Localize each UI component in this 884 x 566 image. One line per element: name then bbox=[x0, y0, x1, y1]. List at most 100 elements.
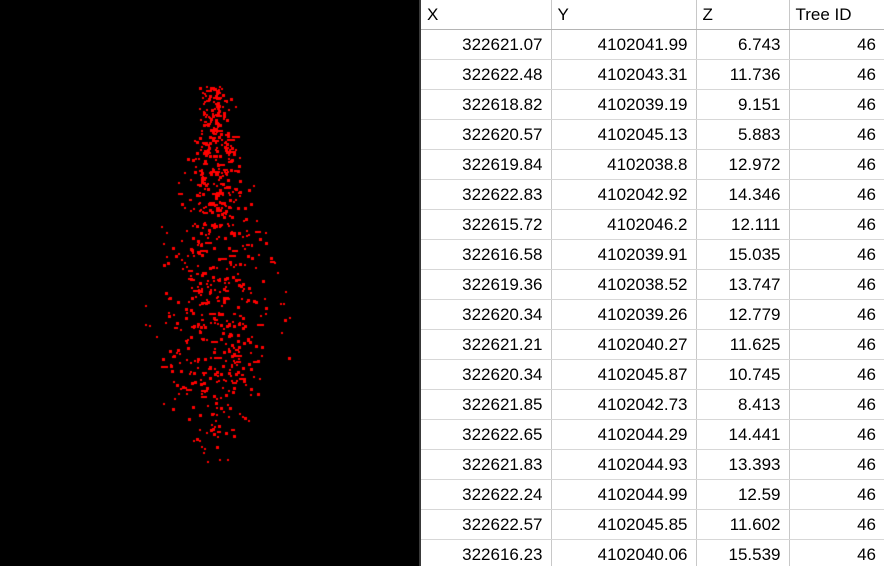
cell-y[interactable]: 4102045.13 bbox=[551, 119, 697, 150]
cell-y[interactable]: 4102040.27 bbox=[551, 329, 697, 360]
column-header-x[interactable]: X bbox=[421, 0, 552, 30]
cell-x[interactable]: 322620.34 bbox=[421, 299, 552, 330]
table-row[interactable]: 322619.84 4102038.8 12.972 46 bbox=[421, 149, 884, 180]
cell-y[interactable]: 4102038.8 bbox=[551, 149, 697, 180]
table-row[interactable]: 322622.48 4102043.31 11.736 46 bbox=[421, 59, 884, 90]
cell-tree_id[interactable]: 46 bbox=[789, 119, 884, 150]
cell-tree_id[interactable]: 46 bbox=[789, 389, 884, 420]
cell-y[interactable]: 4102042.73 bbox=[551, 389, 697, 420]
cell-tree_id[interactable]: 46 bbox=[789, 479, 884, 510]
cell-tree_id[interactable]: 46 bbox=[789, 59, 884, 90]
cell-tree_id[interactable]: 46 bbox=[789, 329, 884, 360]
cell-z[interactable]: 5.883 bbox=[696, 119, 790, 150]
cell-z[interactable]: 14.346 bbox=[696, 179, 790, 210]
cell-y[interactable]: 4102043.31 bbox=[551, 59, 697, 90]
cell-x[interactable]: 322618.82 bbox=[421, 89, 552, 120]
cell-z[interactable]: 15.539 bbox=[696, 539, 790, 566]
cell-z[interactable]: 11.736 bbox=[696, 59, 790, 90]
cell-x[interactable]: 322620.34 bbox=[421, 359, 552, 390]
cell-x[interactable]: 322616.58 bbox=[421, 239, 552, 270]
cell-z[interactable]: 13.393 bbox=[696, 449, 790, 480]
cell-z[interactable]: 12.59 bbox=[696, 479, 790, 510]
cell-y[interactable]: 4102045.85 bbox=[551, 509, 697, 540]
cell-x[interactable]: 322621.21 bbox=[421, 329, 552, 360]
cell-z[interactable]: 12.972 bbox=[696, 149, 790, 180]
table-row[interactable]: 322616.23 4102040.06 15.539 46 bbox=[421, 539, 884, 566]
cell-tree_id[interactable]: 46 bbox=[789, 209, 884, 240]
cell-z[interactable]: 14.441 bbox=[696, 419, 790, 450]
cell-tree_id[interactable]: 46 bbox=[789, 449, 884, 480]
cell-x[interactable]: 322619.84 bbox=[421, 149, 552, 180]
cell-tree_id[interactable]: 46 bbox=[789, 149, 884, 180]
cell-x[interactable]: 322622.65 bbox=[421, 419, 552, 450]
cell-x[interactable]: 322616.23 bbox=[421, 539, 552, 566]
table-row[interactable]: 322622.65 4102044.29 14.441 46 bbox=[421, 419, 884, 450]
cell-y[interactable]: 4102039.26 bbox=[551, 299, 697, 330]
cell-z[interactable]: 12.111 bbox=[696, 209, 790, 240]
cell-z[interactable]: 15.035 bbox=[696, 239, 790, 270]
cell-tree_id[interactable]: 46 bbox=[789, 419, 884, 450]
row-selection-marker bbox=[419, 438, 421, 456]
cell-tree_id[interactable]: 46 bbox=[789, 179, 884, 210]
cell-z[interactable]: 11.602 bbox=[696, 509, 790, 540]
table-row[interactable]: 322620.34 4102045.87 10.745 46 bbox=[421, 359, 884, 390]
table-header-row: X Y Z Tree ID bbox=[421, 0, 884, 30]
cell-z[interactable]: 11.625 bbox=[696, 329, 790, 360]
table-row[interactable]: 322616.58 4102039.91 15.035 46 bbox=[421, 239, 884, 270]
cell-tree_id[interactable]: 46 bbox=[789, 539, 884, 566]
point-cloud-viewer[interactable] bbox=[0, 0, 419, 566]
cell-tree_id[interactable]: 46 bbox=[789, 299, 884, 330]
table-row[interactable]: 322615.72 4102046.2 12.111 46 bbox=[421, 209, 884, 240]
cell-x[interactable]: 322621.83 bbox=[421, 449, 552, 480]
cell-x[interactable]: 322621.85 bbox=[421, 389, 552, 420]
attribute-table[interactable]: X Y Z Tree ID 322621.07 4102041.99 6.743 46… bbox=[421, 0, 884, 566]
cell-x[interactable]: 322620.57 bbox=[421, 119, 552, 150]
table-row[interactable]: 322618.82 4102039.19 9.151 46 bbox=[421, 89, 884, 120]
column-header-tree-id[interactable]: Tree ID bbox=[789, 0, 884, 30]
table-row[interactable]: 322621.21 4102040.27 11.625 46 bbox=[421, 329, 884, 360]
cell-y[interactable]: 4102044.93 bbox=[551, 449, 697, 480]
cell-tree_id[interactable]: 46 bbox=[789, 239, 884, 270]
cell-tree_id[interactable]: 46 bbox=[789, 89, 884, 120]
table-row[interactable]: 322620.57 4102045.13 5.883 46 bbox=[421, 119, 884, 150]
table-row[interactable]: 322621.07 4102041.99 6.743 46 bbox=[421, 29, 884, 60]
cell-z[interactable]: 13.747 bbox=[696, 269, 790, 300]
cell-z[interactable]: 6.743 bbox=[696, 29, 790, 60]
cell-y[interactable]: 4102045.87 bbox=[551, 359, 697, 390]
table-row[interactable]: 322621.85 4102042.73 8.413 46 bbox=[421, 389, 884, 420]
cell-y[interactable]: 4102046.2 bbox=[551, 209, 697, 240]
cell-y[interactable]: 4102044.29 bbox=[551, 419, 697, 450]
cell-x[interactable]: 322621.07 bbox=[421, 29, 552, 60]
cell-tree_id[interactable]: 46 bbox=[789, 509, 884, 540]
cell-x[interactable]: 322622.83 bbox=[421, 179, 552, 210]
table-row[interactable]: 322622.24 4102044.99 12.59 46 bbox=[421, 479, 884, 510]
column-header-y[interactable]: Y bbox=[551, 0, 697, 30]
cell-tree_id[interactable]: 46 bbox=[789, 29, 884, 60]
attribute-table-panel[interactable]: X Y Z Tree ID 322621.07 4102041.99 6.743 46… bbox=[419, 0, 884, 566]
cell-y[interactable]: 4102039.91 bbox=[551, 239, 697, 270]
cell-z[interactable]: 9.151 bbox=[696, 89, 790, 120]
cell-x[interactable]: 322622.24 bbox=[421, 479, 552, 510]
cell-y[interactable]: 4102039.19 bbox=[551, 89, 697, 120]
point-cloud-canvas[interactable] bbox=[0, 0, 419, 566]
cell-x[interactable]: 322619.36 bbox=[421, 269, 552, 300]
cell-y[interactable]: 4102044.99 bbox=[551, 479, 697, 510]
table-row[interactable]: 322622.83 4102042.92 14.346 46 bbox=[421, 179, 884, 210]
cell-x[interactable]: 322622.48 bbox=[421, 59, 552, 90]
cell-z[interactable]: 12.779 bbox=[696, 299, 790, 330]
cell-y[interactable]: 4102038.52 bbox=[551, 269, 697, 300]
cell-z[interactable]: 10.745 bbox=[696, 359, 790, 390]
cell-z[interactable]: 8.413 bbox=[696, 389, 790, 420]
table-row[interactable]: 322620.34 4102039.26 12.779 46 bbox=[421, 299, 884, 330]
cell-y[interactable]: 4102040.06 bbox=[551, 539, 697, 566]
cell-tree_id[interactable]: 46 bbox=[789, 359, 884, 390]
column-header-z[interactable]: Z bbox=[696, 0, 790, 30]
cell-y[interactable]: 4102042.92 bbox=[551, 179, 697, 210]
cell-x[interactable]: 322622.57 bbox=[421, 509, 552, 540]
cell-tree_id[interactable]: 46 bbox=[789, 269, 884, 300]
cell-y[interactable]: 4102041.99 bbox=[551, 29, 697, 60]
cell-x[interactable]: 322615.72 bbox=[421, 209, 552, 240]
table-row[interactable]: 322621.83 4102044.93 13.393 46 bbox=[421, 449, 884, 480]
table-row[interactable]: 322619.36 4102038.52 13.747 46 bbox=[421, 269, 884, 300]
table-row[interactable]: 322622.57 4102045.85 11.602 46 bbox=[421, 509, 884, 540]
